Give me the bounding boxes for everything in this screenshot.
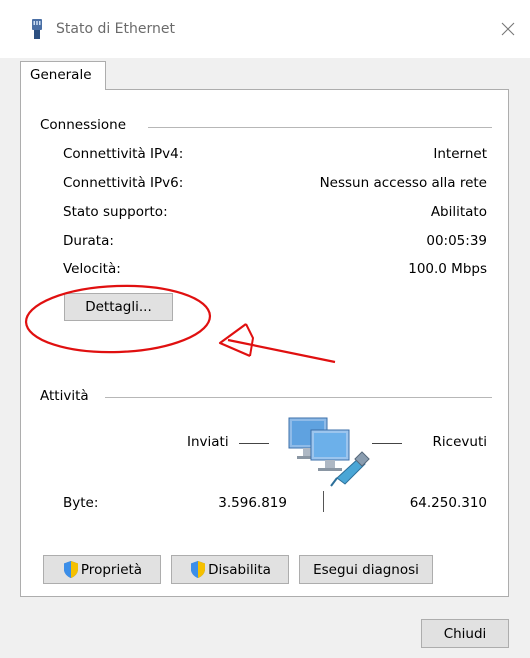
activity-group-title: Attività [40,388,89,404]
media-state-label: Stato supporto: [63,204,168,220]
tab-generale[interactable]: Generale [20,61,106,90]
media-state-value: Abilitato [430,204,487,220]
window-title: Stato di Ethernet [56,21,175,37]
connection-group-line [148,127,492,128]
speed-label: Velocità: [63,261,121,277]
diagnose-button[interactable]: Esegui diagnosi [299,555,433,584]
disable-button[interactable]: Disabilita [171,555,289,584]
title-bar: Stato di Ethernet [0,0,530,58]
bytes-label: Byte: [63,495,99,511]
sent-label: Inviati [187,434,229,450]
close-window-button[interactable] [486,0,530,58]
close-icon [501,22,515,36]
details-button[interactable]: Dettagli... [64,293,173,321]
ipv6-value: Nessun accesso alla rete [319,175,487,191]
ethernet-connector-icon [32,19,42,39]
bytes-received-value: 64.250.310 [409,495,487,511]
sent-connector-line [239,443,269,444]
ipv4-value: Internet [433,146,487,162]
shield-icon [63,561,78,578]
close-button[interactable]: Chiudi [421,619,509,648]
activity-group-line [105,397,492,398]
duration-label: Durata: [63,233,114,249]
tab-panel-generale: Connessione Connettività IPv4: Internet … [20,89,509,597]
ipv6-label: Connettività IPv6: [63,175,184,191]
bytes-sent-value: 3.596.819 [218,495,287,511]
received-connector-line [372,443,402,444]
shield-icon [191,561,206,578]
bytes-divider [323,491,324,512]
network-computers-icon [288,417,370,487]
properties-button[interactable]: Proprietà [43,555,161,584]
properties-button-label: Proprietà [80,561,143,578]
disable-button-label: Disabilita [208,561,271,578]
duration-value: 00:05:39 [426,233,487,249]
received-label: Ricevuti [432,434,487,450]
ipv4-label: Connettività IPv4: [63,146,184,162]
connection-group-title: Connessione [40,117,127,133]
speed-value: 100.0 Mbps [408,261,487,277]
